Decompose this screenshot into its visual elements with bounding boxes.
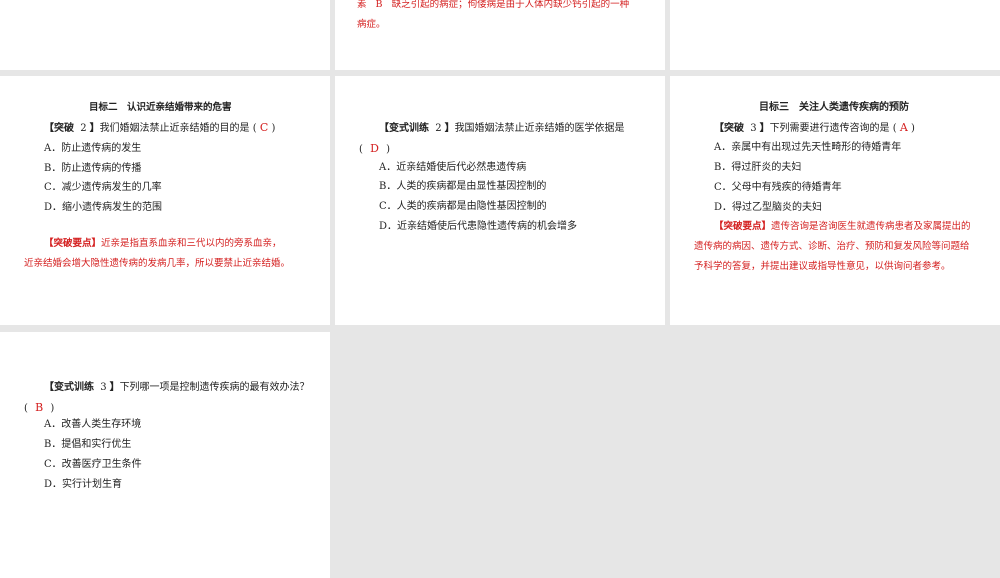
slide-top-left [0, 0, 330, 70]
slide-target-two: 目标二 认识近亲结婚带来的危害 【突破 2 】我们婚姻法禁止近亲结婚的目的是 ( … [0, 76, 330, 325]
key-point-line2: 近亲结婚会增大隐性遗传病的发病几率，所以要禁止近亲结婚。 [24, 258, 291, 269]
option-a: A．近亲结婚使后代必然患遗传病 [379, 162, 527, 173]
answer-fragment-text: 缺乏引起的病症；佝偻病是由于人体内缺少钙引起的一种 [391, 0, 630, 10]
answer-letter: B [35, 401, 44, 414]
option-c: C．人类的疾病都是由隐性基因控制的 [379, 201, 547, 212]
key-point-line1: 【突破要点】近亲是指直系血亲和三代以内的旁系血亲， [44, 238, 282, 249]
option-c: C．改善医疗卫生条件 [44, 459, 142, 470]
answer-letter: A [899, 121, 908, 134]
slide-top-right [670, 0, 1000, 70]
option-b: B．提倡和实行优生 [44, 439, 132, 450]
question-line: 【变式训练 3 】下列哪一项是控制遗传疾病的最有效办法？ [44, 382, 310, 393]
slide-variant-three: 【变式训练 3 】下列哪一项是控制遗传疾病的最有效办法？ ( B ) A．改善人类… [0, 332, 330, 578]
answer-paren-line: ( B ) [24, 401, 55, 414]
option-c: C．父母中有残疾的待婚青年 [714, 182, 842, 193]
option-c: C．减少遗传病发生的几率 [44, 182, 162, 193]
option-b: B．防止遗传病的传播 [44, 163, 142, 174]
answer-fragment-line2: 病症。 [357, 19, 386, 30]
option-d: D．得过乙型脑炎的夫妇 [714, 202, 823, 213]
slide-target-three: 目标三 关注人类遗传疾病的预防 【突破 3 】下列需要进行遗传咨询的是 ( A )… [670, 76, 1000, 325]
option-a: A．防止遗传病的发生 [44, 143, 142, 154]
question-line: 【突破 3 】下列需要进行遗传咨询的是 ( A ) [714, 121, 915, 134]
answer-letter: C [259, 121, 269, 134]
answer-fragment-letter: B [375, 0, 383, 10]
key-point-paragraph: 【突破要点】遗传咨询是咨询医生就遗传病患者及家属提出的遗传病的病因、遗传方式、诊… [694, 221, 971, 272]
slide-top-middle: 素 B 缺乏引起的病症；佝偻病是由于人体内缺少钙引起的一种 病症。 [335, 0, 665, 70]
option-b: B．人类的疾病都是由显性基因控制的 [379, 181, 547, 192]
question-line: 【突破 2 】我们婚姻法禁止近亲结婚的目的是 ( C ) [44, 121, 276, 134]
option-d: D．缩小遗传病发生的范围 [44, 202, 163, 213]
option-a: A．亲属中有出现过先天性畸形的待婚青年 [714, 142, 902, 153]
answer-letter: D [370, 142, 379, 155]
answer-paren-line: ( D ) [359, 142, 391, 155]
question-line: 【变式训练 2 】我国婚姻法禁止近亲结婚的医学依据是 [379, 123, 625, 134]
option-a: A．改善人类生存环境 [44, 419, 142, 430]
slide-variant-two: 【变式训练 2 】我国婚姻法禁止近亲结婚的医学依据是 ( D ) A．近亲结婚使后… [335, 76, 665, 325]
section-heading: 目标三 关注人类遗传疾病的预防 [759, 102, 909, 113]
option-d: D．近亲结婚使后代患隐性遗传病的机会增多 [379, 221, 578, 232]
answer-fragment-prefix: 素 [357, 0, 367, 10]
option-d: D．实行计划生育 [44, 479, 123, 490]
section-heading: 目标二 认识近亲结婚带来的危害 [89, 102, 232, 113]
option-b: B．得过肝炎的夫妇 [714, 162, 802, 173]
